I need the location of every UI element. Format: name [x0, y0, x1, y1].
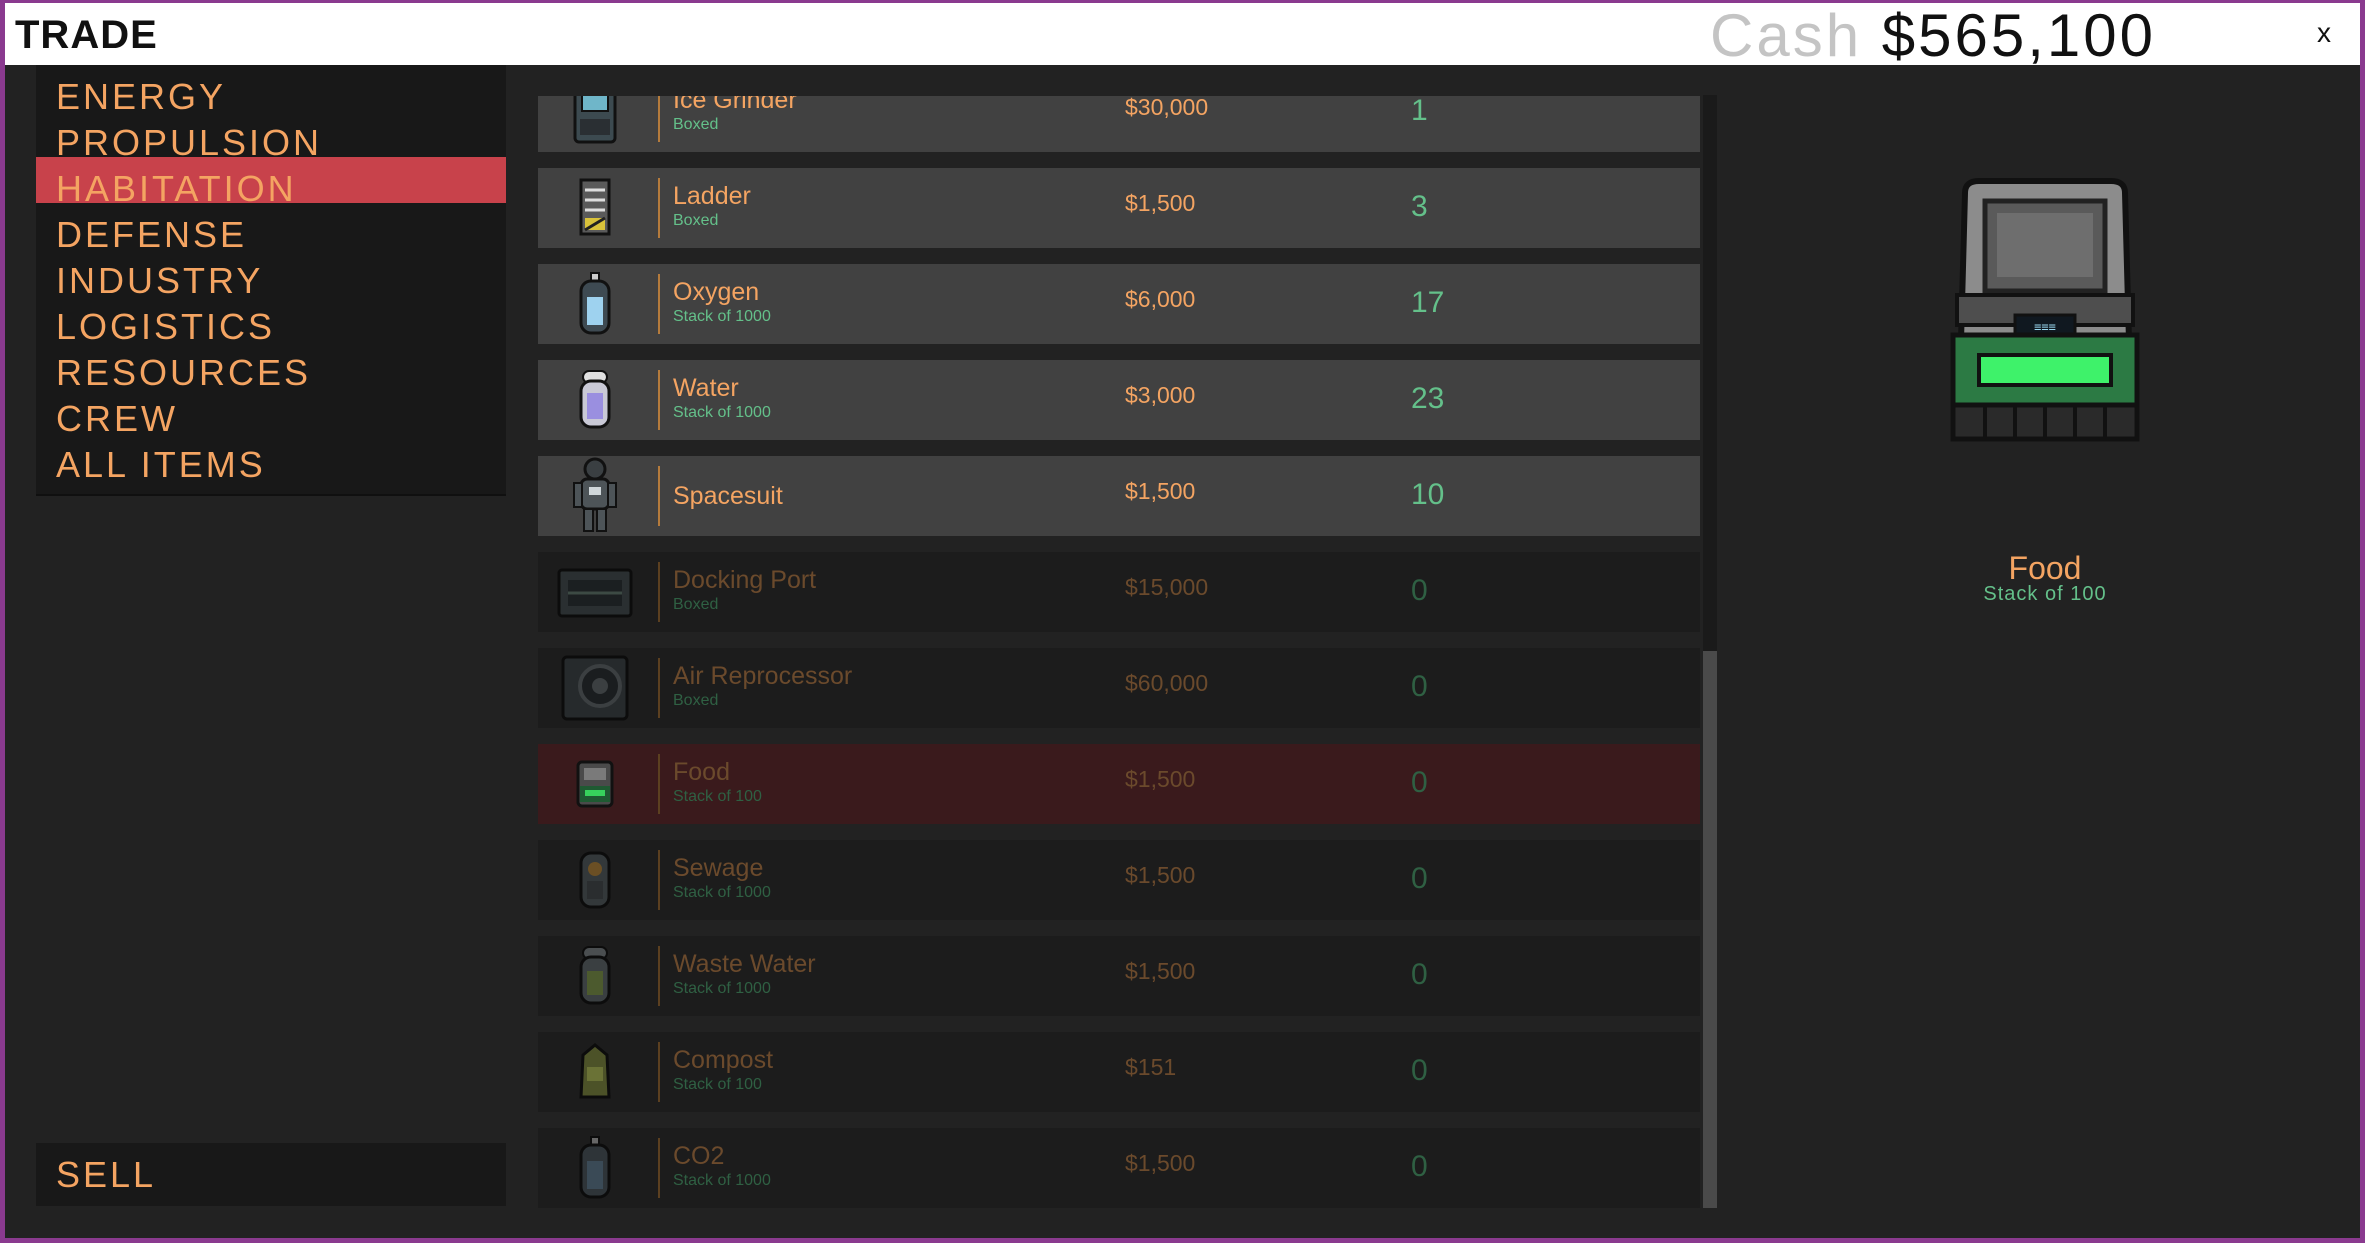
- row-separator: [658, 178, 660, 238]
- item-quantity: 0: [1411, 1054, 1428, 1087]
- item-subtitle: Boxed: [673, 116, 719, 133]
- title-bar: TRADE Cash $565,100 x: [5, 3, 2360, 69]
- row-separator: [658, 946, 660, 1006]
- item-row-spacesuit[interactable]: Spacesuit $1,500 10: [538, 456, 1700, 536]
- item-name: Compost: [673, 1046, 774, 1074]
- item-price: $60,000: [1125, 670, 1209, 696]
- item-price: $6,000: [1125, 286, 1196, 312]
- compost-icon: [560, 1036, 630, 1108]
- row-separator: [658, 370, 660, 430]
- item-subtitle: Stack of 1000: [673, 884, 771, 901]
- item-subtitle: Stack of 1000: [673, 404, 771, 421]
- item-name: Waste Water: [673, 950, 816, 978]
- row-separator: [658, 274, 660, 334]
- row-separator: [658, 1138, 660, 1198]
- item-quantity: 23: [1411, 382, 1445, 415]
- item-price: $1,500: [1125, 862, 1196, 888]
- item-price: $151: [1125, 1054, 1177, 1080]
- item-subtitle: Boxed: [673, 212, 719, 229]
- item-price: $15,000: [1125, 574, 1209, 600]
- item-row-oxygen[interactable]: Oxygen Stack of 1000 $6,000 17: [538, 264, 1700, 344]
- item-name: Oxygen: [673, 278, 760, 306]
- item-price: $1,500: [1125, 766, 1196, 792]
- co2-canister-icon: [560, 1132, 630, 1204]
- item-subtitle: Stack of 100: [673, 1076, 762, 1093]
- svg-text:≡≡≡: ≡≡≡: [2034, 320, 2056, 334]
- item-quantity: 1: [1411, 96, 1428, 127]
- row-separator: [658, 466, 660, 526]
- close-button[interactable]: x: [2317, 17, 2331, 49]
- item-list: Ice Grinder Boxed $30,000 1 Ladder Boxed…: [538, 96, 1718, 1208]
- item-quantity: 0: [1411, 766, 1428, 799]
- trade-window: TRADE Cash $565,100 x ENERGY PROPULSION …: [5, 3, 2360, 1238]
- cash-display: Cash $565,100: [1710, 3, 2156, 70]
- cash-label: Cash: [1710, 3, 1863, 69]
- row-separator: [658, 850, 660, 910]
- item-quantity: 10: [1411, 478, 1445, 511]
- spacesuit-icon: [560, 457, 630, 532]
- item-row-sewage[interactable]: Sewage Stack of 1000 $1,500 0: [538, 840, 1700, 920]
- item-subtitle: Stack of 1000: [673, 308, 771, 325]
- item-name: CO2: [673, 1142, 725, 1170]
- item-quantity: 0: [1411, 670, 1428, 703]
- item-quantity: 0: [1411, 1150, 1428, 1183]
- row-separator: [658, 96, 660, 142]
- item-row-water[interactable]: Water Stack of 1000 $3,000 23: [538, 360, 1700, 440]
- item-name: Spacesuit: [673, 482, 783, 510]
- water-canister-icon: [560, 364, 630, 436]
- item-name: Sewage: [673, 854, 764, 882]
- sell-button[interactable]: SELL: [36, 1143, 506, 1206]
- item-row-compost[interactable]: Compost Stack of 100 $151 0: [538, 1032, 1700, 1112]
- item-row-waste-water[interactable]: Waste Water Stack of 1000 $1,500 0: [538, 936, 1700, 1016]
- row-separator: [658, 562, 660, 622]
- item-row-docking-port[interactable]: Docking Port Boxed $15,000 0: [538, 552, 1700, 632]
- item-subtitle: Stack of 1000: [673, 1172, 771, 1189]
- waste-water-canister-icon: [560, 940, 630, 1012]
- item-price: $3,000: [1125, 382, 1196, 408]
- ladder-icon: [560, 172, 630, 244]
- row-separator: [658, 754, 660, 814]
- item-name: Docking Port: [673, 566, 817, 594]
- item-quantity: 0: [1411, 574, 1428, 607]
- ice-grinder-icon: [560, 96, 630, 148]
- row-separator: [658, 1042, 660, 1102]
- item-quantity: 0: [1411, 958, 1428, 991]
- item-price: $1,500: [1125, 1150, 1196, 1176]
- item-subtitle: Stack of 1000: [673, 980, 771, 997]
- item-name: Ladder: [673, 182, 751, 210]
- item-quantity: 17: [1411, 286, 1445, 319]
- item-quantity: 3: [1411, 190, 1428, 223]
- row-separator: [658, 658, 660, 718]
- item-price: $1,500: [1125, 478, 1196, 504]
- category-all-items[interactable]: ALL ITEMS: [36, 433, 506, 496]
- preview-item-name: Food: [2008, 550, 2082, 586]
- item-price: $30,000: [1125, 96, 1209, 120]
- oxygen-canister-icon: [560, 268, 630, 340]
- item-name: Water: [673, 374, 739, 402]
- item-quantity: 0: [1411, 862, 1428, 895]
- item-subtitle: Stack of 100: [673, 788, 762, 805]
- preview-item-subtitle: Stack of 100: [1983, 583, 2107, 605]
- item-row-air-reprocessor[interactable]: Air Reprocessor Boxed $60,000 0: [538, 648, 1700, 728]
- item-row-co2[interactable]: CO2 Stack of 1000 $1,500 0: [538, 1128, 1700, 1208]
- window-title: TRADE: [15, 13, 158, 57]
- item-price: $1,500: [1125, 958, 1196, 984]
- food-crate-icon: [560, 748, 630, 820]
- item-subtitle: Boxed: [673, 692, 719, 709]
- item-price: $1,500: [1125, 190, 1196, 216]
- sewage-canister-icon: [560, 844, 630, 916]
- item-name: Food: [673, 758, 730, 786]
- item-row-ladder[interactable]: Ladder Boxed $1,500 3: [538, 168, 1700, 248]
- docking-port-icon: [550, 556, 640, 628]
- scrollbar-thumb[interactable]: [1703, 651, 1717, 1208]
- food-crate-icon: ≡≡≡: [1945, 175, 2145, 450]
- item-subtitle: Boxed: [673, 596, 719, 613]
- cash-value: $565,100: [1881, 3, 2157, 69]
- air-reprocessor-icon: [552, 652, 638, 724]
- item-row-ice-grinder[interactable]: Ice Grinder Boxed $30,000 1: [538, 96, 1700, 152]
- item-name: Ice Grinder: [673, 96, 797, 114]
- item-row-food[interactable]: Food Stack of 100 $1,500 0: [538, 744, 1700, 824]
- item-name: Air Reprocessor: [673, 662, 853, 690]
